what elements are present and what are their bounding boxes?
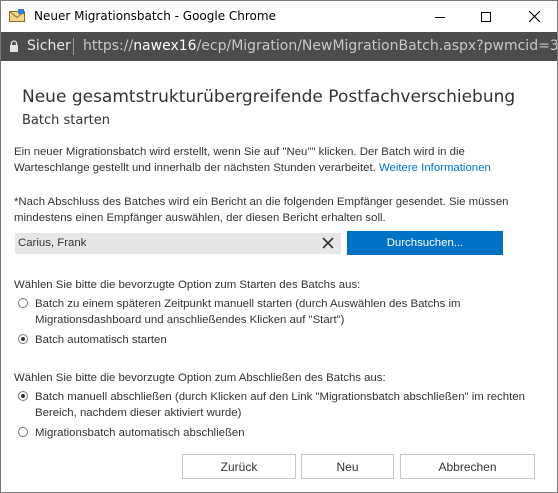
minimize-icon — [435, 16, 445, 18]
secure-label: Sicher — [27, 38, 71, 54]
recipient-field[interactable]: Carius, Frank — [15, 233, 341, 254]
intro-text: Ein neuer Migrationsbatch wird erstellt,… — [14, 144, 544, 176]
remove-recipient-icon[interactable] — [322, 237, 334, 249]
finish-manual-label: Batch manuell abschließen (durch Klicken… — [35, 389, 535, 421]
browse-button[interactable]: Durchsuchen... — [347, 231, 503, 255]
close-button[interactable] — [511, 1, 557, 32]
url-scheme: https:// — [83, 38, 134, 54]
lock-icon — [10, 40, 18, 52]
maximize-button[interactable] — [463, 1, 509, 32]
envelope-icon — [9, 9, 25, 22]
finish-manual-radio[interactable] — [18, 391, 28, 401]
browser-window: Neuer Migrationsbatch - Google Chrome Si… — [0, 0, 558, 493]
finish-auto-radio[interactable] — [18, 427, 28, 437]
cancel-button[interactable]: Abbrechen — [400, 454, 535, 479]
title-bar: Neuer Migrationsbatch - Google Chrome — [1, 1, 557, 32]
start-auto-radio[interactable] — [18, 334, 28, 344]
url-text[interactable]: https://nawex16/ecp/Migration/NewMigrati… — [83, 38, 557, 54]
finish-options-label: Wählen Sie bitte die bevorzugte Option z… — [14, 372, 386, 384]
report-notice: *Nach Abschluss des Batches wird ein Ber… — [14, 194, 544, 226]
start-manual-option[interactable]: Batch zu einem späteren Zeitpunkt manuel… — [18, 296, 538, 328]
intro-line-1: Ein neuer Migrationsbatch wird erstellt,… — [14, 146, 465, 158]
address-bar[interactable]: Sicher https://nawex16/ecp/Migration/New… — [1, 32, 557, 61]
start-manual-line-1: Batch zu einem späteren Zeitpunkt manuel… — [35, 298, 461, 310]
start-manual-label: Batch zu einem späteren Zeitpunkt manuel… — [35, 296, 535, 328]
finish-manual-line-1: Batch manuell abschließen (durch Klicken… — [35, 391, 525, 403]
recipient-name: Carius, Frank — [18, 237, 87, 249]
notice-line-1: *Nach Abschluss des Batches wird ein Ber… — [14, 196, 509, 208]
page-title: Neue gesamtstrukturübergreifende Postfac… — [22, 87, 516, 107]
start-options-label: Wählen Sie bitte die bevorzugte Option z… — [14, 279, 361, 291]
minimize-button[interactable] — [417, 1, 463, 32]
url-path: /ecp/Migration/NewMigrationBatch.aspx?pw… — [196, 38, 557, 54]
page-subtitle: Batch starten — [22, 113, 111, 128]
start-manual-radio[interactable] — [18, 298, 28, 308]
address-separator — [73, 38, 74, 55]
maximize-icon — [481, 11, 491, 22]
start-manual-line-2: Migrationsdashboard und anschließendes K… — [35, 314, 345, 326]
finish-auto-label: Migrationsbatch automatisch abschließen — [35, 427, 245, 439]
window-title: Neuer Migrationsbatch - Google Chrome — [34, 9, 276, 23]
new-button[interactable]: Neu — [301, 454, 394, 479]
dialog-content: Neue gesamtstrukturübergreifende Postfac… — [1, 61, 557, 492]
intro-line-2: Warteschlange gestellt und innerhalb der… — [14, 162, 376, 174]
start-auto-label: Batch automatisch starten — [35, 334, 167, 346]
finish-manual-option[interactable]: Batch manuell abschließen (durch Klicken… — [18, 389, 538, 421]
url-host: nawex16 — [133, 38, 197, 54]
finish-auto-option[interactable]: Migrationsbatch automatisch abschließen — [18, 425, 538, 441]
start-auto-option[interactable]: Batch automatisch starten — [18, 332, 538, 348]
finish-manual-line-2: Bereich, nachdem dieser aktiviert wurde) — [35, 407, 242, 419]
more-info-link[interactable]: Weitere Informationen — [379, 162, 491, 174]
back-button[interactable]: Zurück — [182, 454, 296, 479]
notice-line-2: mindestens einen Empfänger auswählen, de… — [14, 212, 386, 224]
close-icon — [528, 11, 540, 22]
